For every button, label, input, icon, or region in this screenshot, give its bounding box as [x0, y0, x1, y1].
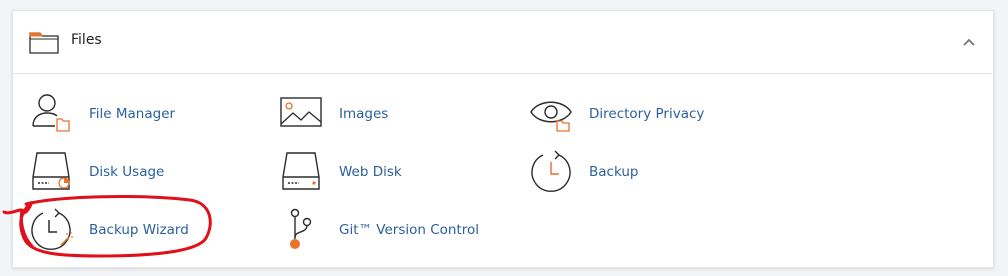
images-link[interactable]: Images: [279, 91, 479, 141]
folder-icon: [29, 32, 59, 54]
eye-icon: [530, 101, 572, 132]
item-label: Web Disk: [339, 164, 402, 180]
backup-clock-icon: [531, 150, 571, 192]
backup-wizard-icon: [31, 208, 73, 250]
git-version-control-link[interactable]: Git™ Version Control: [279, 207, 519, 257]
item-label: Git™ Version Control: [339, 222, 480, 238]
files-panel-header[interactable]: Files: [13, 11, 993, 74]
web-disk-icon: [282, 152, 320, 190]
git-icon: [290, 208, 312, 249]
files-panel: Files File Manager Images Directory Priv…: [12, 10, 994, 268]
chevron-up-icon[interactable]: [961, 34, 977, 50]
images-icon: [280, 97, 322, 127]
directory-privacy-link[interactable]: Directory Privacy: [529, 91, 769, 141]
disk-usage-link[interactable]: Disk Usage: [29, 149, 249, 199]
web-disk-link[interactable]: Web Disk: [279, 149, 479, 199]
backup-link[interactable]: Backup: [529, 149, 729, 199]
item-label: File Manager: [89, 106, 176, 122]
item-label: Backup: [589, 164, 639, 180]
item-label: Backup Wizard: [89, 222, 189, 238]
item-label: Images: [339, 106, 389, 122]
section-title: Files: [71, 32, 102, 48]
item-label: Directory Privacy: [589, 106, 705, 122]
backup-wizard-link[interactable]: Backup Wizard: [29, 207, 249, 257]
disk-usage-icon: [32, 152, 70, 190]
item-label: Disk Usage: [89, 164, 165, 180]
file-manager-icon: [32, 94, 70, 132]
file-manager-link[interactable]: File Manager: [29, 91, 249, 141]
